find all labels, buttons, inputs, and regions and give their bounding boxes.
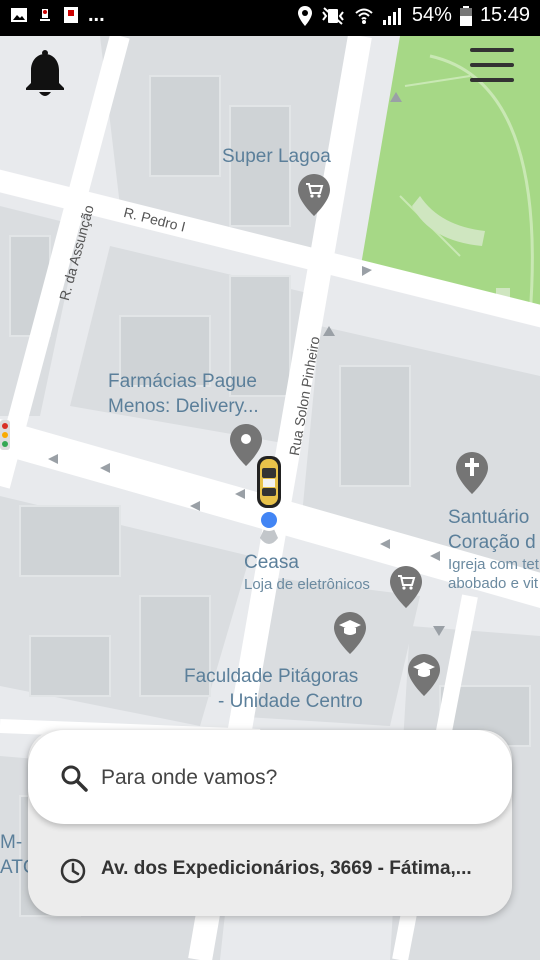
school-pin-icon[interactable] xyxy=(408,654,440,696)
poi-santuario-sub-line2: abobado e vit xyxy=(448,575,539,592)
shopping-pin-icon[interactable] xyxy=(298,174,330,216)
overflow-indicator: ... xyxy=(88,4,105,26)
poi-farmacias-label-line1[interactable]: Farmácias Pague xyxy=(108,370,257,394)
search-placeholder: Para onde vamos? xyxy=(101,766,278,789)
poi-farmacias-label-line2[interactable]: Menos: Delivery... xyxy=(108,395,259,419)
poi-faculdade-label-line2[interactable]: - Unidade Centro xyxy=(218,690,363,714)
school-pin-icon[interactable] xyxy=(334,612,366,654)
image-icon xyxy=(11,8,27,22)
clock: 15:49 xyxy=(479,4,530,26)
menu-bar xyxy=(470,63,514,67)
history-clock-icon xyxy=(60,858,86,884)
poi-ceasa-sub: Loja de eletrônicos xyxy=(244,576,370,593)
location-icon xyxy=(297,5,312,26)
menu-button[interactable] xyxy=(470,48,514,88)
poi-ceasa-label[interactable]: Ceasa xyxy=(244,551,299,575)
battery-icon xyxy=(459,5,472,26)
app-icon xyxy=(64,7,78,23)
notification-icon xyxy=(40,9,50,21)
notifications-bell-icon[interactable] xyxy=(24,50,66,100)
wifi-icon xyxy=(355,8,373,24)
poi-edge-label-line1: M- xyxy=(0,832,23,853)
status-left: ... xyxy=(10,4,105,26)
poi-santuario-sub-line1: Igreja com tet xyxy=(448,556,539,573)
poi-faculdade-label-line1[interactable]: Faculdade Pitágoras xyxy=(184,665,358,689)
user-location-marker-icon xyxy=(258,509,280,544)
recent-destination-item[interactable]: Av. dos Expedicionários, 3669 - Fátima,.… xyxy=(28,824,512,916)
poi-santuario-label-line1[interactable]: Santuário xyxy=(448,506,529,530)
search-icon xyxy=(61,765,88,792)
status-bar: ... 54% 15:49 xyxy=(0,0,540,36)
menu-bar xyxy=(470,48,514,52)
car-marker-icon xyxy=(257,456,281,508)
church-pin-icon[interactable] xyxy=(456,452,488,494)
menu-bar xyxy=(470,78,514,82)
mute-vibrate-icon xyxy=(322,6,344,25)
status-right: 54% 15:49 xyxy=(297,4,530,27)
destination-search-field[interactable]: Para onde vamos? xyxy=(28,730,512,824)
shopping-pin-icon[interactable] xyxy=(390,566,422,608)
poi-super-lagoa-label[interactable]: Super Lagoa xyxy=(222,145,331,169)
destination-card: Para onde vamos? Av. dos Expedicionários… xyxy=(28,730,512,916)
recent-destination-address: Av. dos Expedicionários, 3669 - Fátima,.… xyxy=(101,858,472,879)
poi-santuario-label-line2[interactable]: Coração d xyxy=(448,531,536,555)
signal-icon xyxy=(382,7,401,25)
battery-percent: 54% xyxy=(411,4,452,26)
